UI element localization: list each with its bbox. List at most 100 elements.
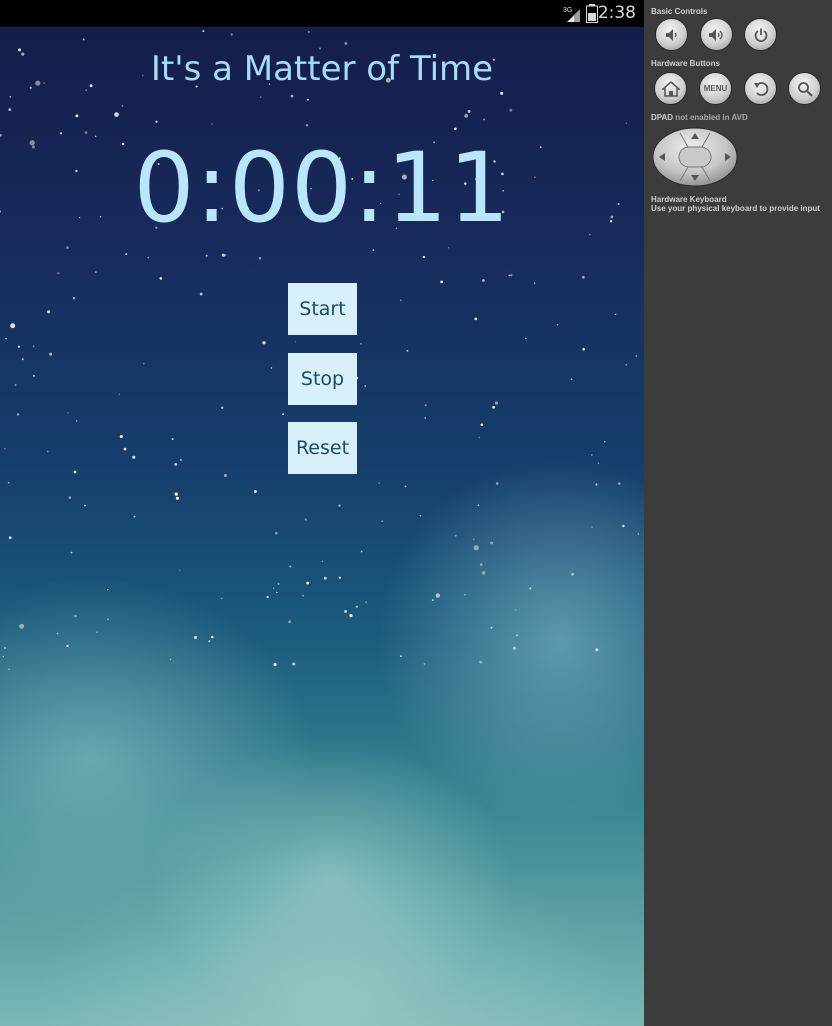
star [364, 385, 366, 387]
star [155, 120, 158, 123]
star [479, 660, 483, 664]
star [8, 108, 12, 111]
start-button[interactable]: Start [288, 283, 357, 335]
volume-down-icon [665, 28, 677, 41]
star [73, 470, 77, 474]
star [372, 249, 375, 252]
dpad-control[interactable] [652, 127, 738, 187]
star [570, 378, 573, 381]
star [582, 348, 585, 351]
star [556, 323, 559, 326]
star [17, 345, 21, 348]
star [221, 253, 225, 257]
star [440, 280, 444, 284]
star [525, 337, 527, 340]
star [483, 118, 486, 121]
star [107, 589, 109, 591]
star [121, 104, 124, 107]
star [508, 274, 511, 277]
star [75, 114, 79, 118]
back-button[interactable] [744, 72, 777, 105]
home-icon [661, 80, 680, 97]
star [270, 367, 273, 369]
star [292, 662, 296, 666]
star [447, 247, 450, 249]
star [208, 640, 211, 643]
star [114, 112, 119, 117]
star [622, 524, 625, 528]
star [205, 254, 208, 257]
star [344, 41, 348, 45]
search-button[interactable] [788, 72, 821, 105]
star [253, 490, 257, 493]
star [305, 124, 309, 127]
star [480, 423, 484, 426]
star [360, 550, 363, 553]
star [9, 96, 11, 98]
star [123, 447, 127, 451]
star [495, 482, 499, 485]
star [406, 349, 409, 352]
star [272, 587, 275, 589]
star [85, 89, 87, 91]
star [533, 282, 536, 284]
reset-button[interactable]: Reset [288, 422, 357, 474]
star [323, 576, 327, 580]
star [210, 635, 214, 639]
star [288, 620, 292, 624]
star [96, 631, 98, 634]
star [175, 496, 179, 500]
star [2, 655, 4, 658]
star [56, 632, 59, 635]
star [220, 597, 223, 600]
star [57, 272, 60, 275]
star [344, 609, 348, 613]
star [482, 279, 485, 282]
stop-button[interactable]: Stop [288, 353, 357, 405]
star [8, 668, 10, 670]
app-title: It's a Matter of Time [150, 49, 494, 89]
star [478, 436, 481, 439]
basic-controls-label: Basic Controls [651, 7, 708, 16]
star [494, 401, 499, 405]
star [570, 572, 574, 576]
star [637, 533, 640, 535]
search-icon [797, 81, 813, 97]
star [422, 255, 425, 259]
star [70, 551, 73, 554]
keyboard-note: Use your physical keyboard to provide in… [651, 204, 820, 213]
star [171, 438, 174, 441]
star [302, 594, 304, 597]
star [223, 474, 227, 477]
home-button[interactable] [654, 72, 687, 105]
status-time: 2:38 [597, 3, 636, 23]
star [125, 253, 128, 256]
star [66, 644, 69, 648]
star [399, 299, 402, 302]
star [19, 623, 25, 629]
star [82, 38, 85, 41]
star [591, 454, 593, 456]
star [220, 406, 224, 410]
star [49, 352, 53, 356]
volume-up-icon [708, 28, 723, 41]
dpad-note: not enabled in AVD [673, 113, 748, 122]
star [118, 393, 120, 395]
star [365, 601, 367, 603]
star [509, 108, 513, 112]
device-screen: 3G 2:38 It's a Matter of Time 0:00:11 St… [0, 0, 644, 1026]
star [72, 297, 76, 300]
star [582, 275, 585, 279]
star [307, 30, 310, 33]
star [259, 96, 262, 98]
star [618, 482, 621, 485]
star [492, 405, 495, 409]
power-button[interactable] [744, 18, 777, 51]
star [84, 504, 86, 507]
volume-down-button[interactable] [655, 18, 688, 51]
volume-up-button[interactable] [700, 18, 733, 51]
star [625, 122, 627, 124]
star [435, 593, 440, 598]
menu-button[interactable]: MENU [699, 72, 732, 105]
star [510, 274, 513, 277]
